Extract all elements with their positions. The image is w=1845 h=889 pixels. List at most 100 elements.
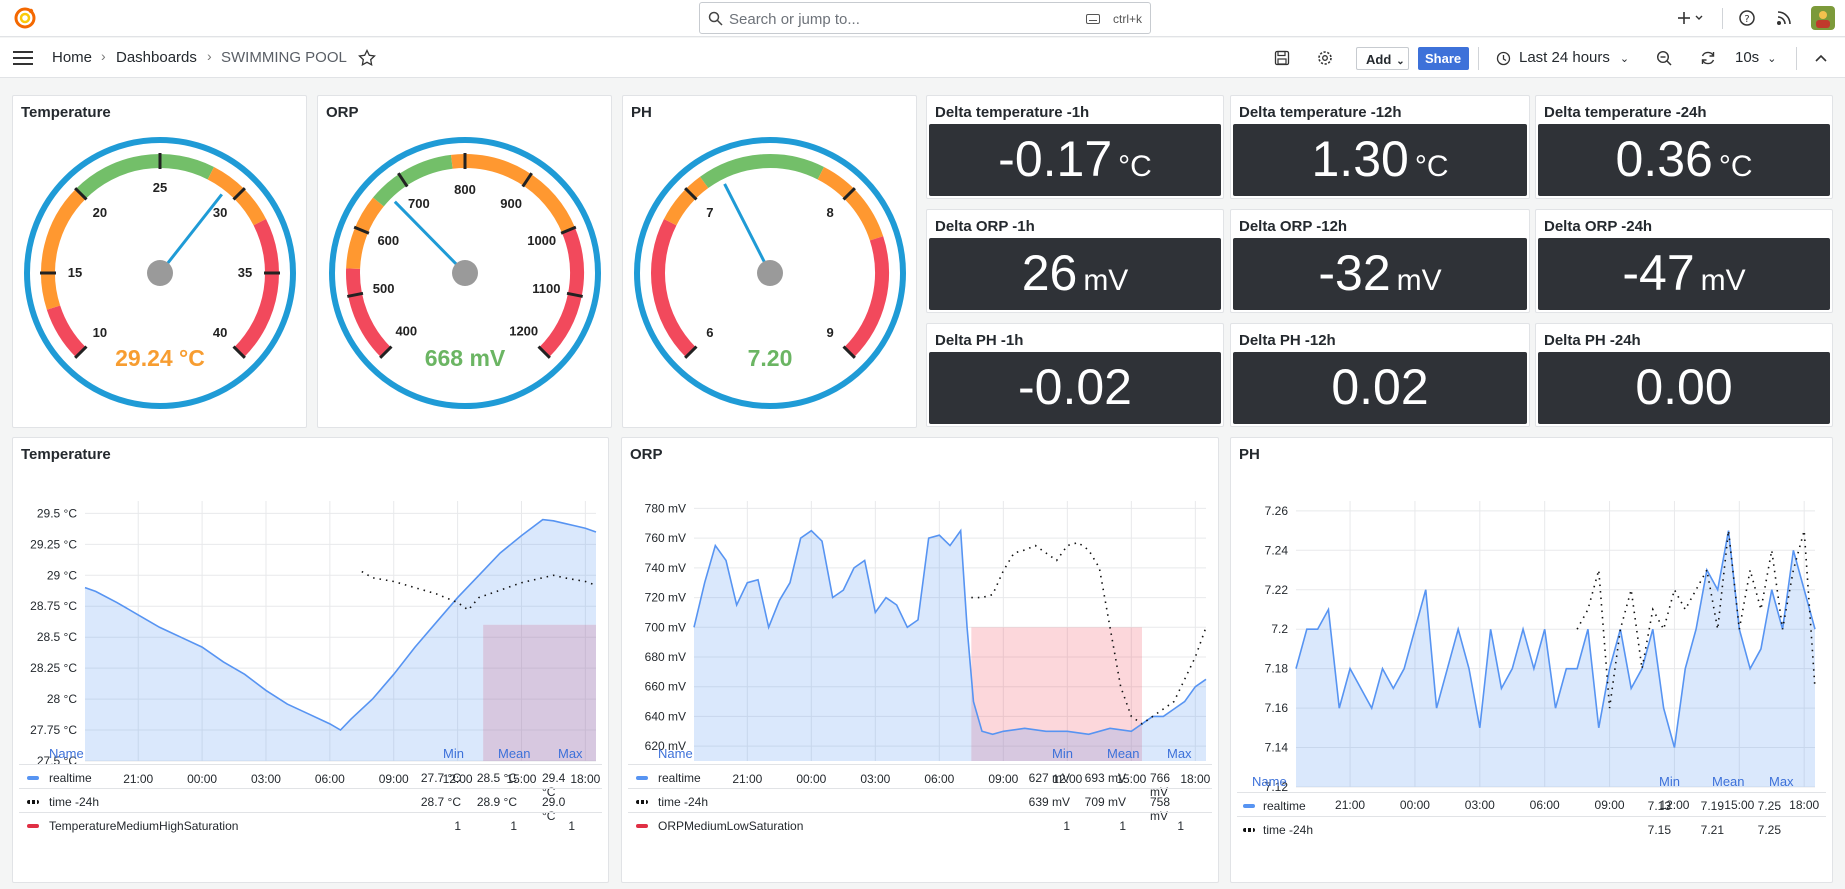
user-avatar[interactable]	[1811, 6, 1835, 30]
x-tick-label: 09:00	[1595, 798, 1625, 812]
stat-title: Delta PH -12h	[1239, 332, 1336, 349]
save-icon[interactable]	[1274, 50, 1290, 66]
legend-swatch	[27, 824, 39, 828]
gauge-tick-label: 30	[213, 205, 227, 220]
breadcrumb-separator-icon: ›	[207, 48, 212, 64]
plus-icon[interactable]	[1677, 9, 1707, 27]
orp-gauge: 400 500 600 700 800 900 1000 1100 1200668 mV	[329, 137, 601, 409]
gauge-tick-label: 35	[238, 265, 252, 280]
dashboard-toolbar: Home › Dashboards › SWIMMING POOL Add ⌄ S…	[0, 38, 1845, 78]
stat-panel[interactable]: Delta PH -24h 0.00	[1535, 323, 1833, 427]
stat-panel[interactable]: Delta PH -1h -0.02	[926, 323, 1224, 427]
stat-value: -0.02	[1018, 359, 1132, 415]
gauge-hub	[452, 260, 478, 286]
timeseries-panel-orp[interactable]: ORP 620 mV 640 mV 660 mV 680 mV 700 mV 720 mV…	[621, 437, 1219, 883]
stat-panel[interactable]: Delta ORP -1h 26 mV	[926, 209, 1224, 313]
legend-series-name: time -24h	[658, 795, 709, 809]
refresh-interval-picker[interactable]: 10s ⌄	[1735, 49, 1776, 66]
x-tick-label: 00:00	[1400, 798, 1430, 812]
legend-min: 1	[454, 819, 461, 833]
y-tick-label: 720 mV	[645, 591, 686, 605]
legend-header-mean: Mean	[1712, 774, 1745, 789]
x-tick-label: 09:00	[988, 772, 1018, 786]
gauge-hub	[757, 260, 783, 286]
x-tick-label: 18:00	[1180, 772, 1210, 786]
y-tick-label: 29.25 °C	[30, 537, 77, 551]
timeseries-panel-ph[interactable]: PH 7.12 7.14 7.16 7.18 7.2 7.22 7.24 7.26 21:00 0…	[1230, 437, 1833, 883]
ph-gauge: 6 7 8 9 7.20	[634, 137, 906, 409]
x-tick-label: 03:00	[860, 772, 890, 786]
stat-title: Delta temperature -12h	[1239, 104, 1402, 121]
y-tick-label: 7.18	[1265, 662, 1289, 676]
zoom-out-icon[interactable]	[1656, 50, 1672, 66]
help-icon[interactable]: ?	[1738, 9, 1756, 27]
x-tick-label: 09:00	[379, 772, 409, 786]
stat-panel[interactable]: Delta temperature -1h -0.17 °C	[926, 95, 1224, 199]
legend-min: 7.15	[1647, 823, 1671, 837]
gauge-band	[844, 236, 889, 358]
collapse-chevron-up-icon[interactable]	[1814, 52, 1828, 64]
gauge-tick-label: 7	[706, 205, 713, 220]
timeseries-panel-temperature[interactable]: Temperature 27.5 °C 27.75 °C 28 °C 28.25 °C…	[12, 437, 609, 883]
gauge-band	[651, 218, 696, 358]
legend-swatch	[636, 800, 648, 804]
stat-value: 0.02	[1331, 359, 1429, 415]
legend-max: 7.25	[1757, 799, 1781, 813]
legend-min: 28.7 °C	[420, 795, 461, 809]
y-tick-label: 760 mV	[645, 531, 686, 545]
y-tick-label: 27.75 °C	[30, 723, 77, 737]
x-tick-label: 06:00	[315, 772, 345, 786]
news-feed-icon[interactable]	[1775, 9, 1793, 27]
gauge-band	[700, 154, 825, 189]
legend-swatch	[27, 776, 39, 780]
settings-gear-icon[interactable]	[1317, 50, 1333, 66]
stat-panel[interactable]: Delta PH -12h 0.02	[1230, 323, 1530, 427]
stat-panel[interactable]: Delta ORP -12h -32 mV	[1230, 209, 1530, 313]
keyboard-icon	[1086, 14, 1100, 24]
y-tick-label: 7.26	[1265, 504, 1289, 518]
chevron-down-icon: ⌄	[1619, 53, 1630, 65]
legend-series-name: realtime	[1263, 799, 1306, 813]
share-button[interactable]: Share	[1418, 47, 1469, 70]
stat-value-box: 26 mV	[929, 238, 1221, 310]
breadcrumb-home[interactable]: Home	[52, 49, 92, 66]
search-input[interactable]: Search or jump to... ctrl+k	[699, 2, 1151, 34]
gauge-band	[346, 197, 384, 270]
gauge-band	[41, 188, 86, 310]
gauge-band	[75, 154, 215, 199]
legend-swatch	[1243, 828, 1255, 832]
gauge-panel-temperature[interactable]: Temperature 10 15 20 25 30 35 40 29.24 °C	[12, 95, 307, 428]
panel-title: PH	[1239, 446, 1260, 463]
x-tick-label: 03:00	[1465, 798, 1495, 812]
grafana-logo-icon[interactable]	[14, 7, 36, 29]
legend-series-name: realtime	[658, 771, 701, 785]
gauge-tick-label: 8	[826, 205, 833, 220]
legend-divider	[1237, 792, 1826, 793]
stat-panel[interactable]: Delta ORP -24h -47 mV	[1535, 209, 1833, 313]
gauge-tick-label: 400	[395, 324, 417, 339]
legend-mean: 7.19	[1700, 799, 1724, 813]
legend-mean: 1	[510, 819, 517, 833]
y-tick-label: 660 mV	[645, 680, 686, 694]
stat-unit: °C	[1414, 150, 1449, 183]
legend-max: 1	[1177, 819, 1184, 833]
refresh-interval-label: 10s	[1735, 49, 1760, 66]
menu-icon[interactable]	[13, 50, 33, 66]
breadcrumb-dashboards[interactable]: Dashboards	[116, 49, 197, 66]
y-tick-label: 7.16	[1265, 701, 1289, 715]
gauge-tick-label: 1000	[527, 233, 556, 248]
refresh-icon[interactable]	[1700, 50, 1716, 66]
time-range-picker[interactable]: Last 24 hours ⌄	[1519, 49, 1629, 66]
stat-panel[interactable]: Delta temperature -24h 0.36 °C	[1535, 95, 1833, 199]
x-tick-label: 15:00	[1724, 798, 1754, 812]
gauge-value: 668 mV	[425, 345, 506, 371]
add-button[interactable]: Add ⌄	[1356, 47, 1409, 70]
stat-panel[interactable]: Delta temperature -12h 1.30 °C	[1230, 95, 1530, 199]
star-icon[interactable]	[358, 49, 376, 67]
gauge-tick-label: 500	[373, 281, 395, 296]
legend-max: 1	[568, 819, 575, 833]
gauge-panel-ph[interactable]: PH 6 7 8 9 7.20	[622, 95, 917, 428]
gauge-panel-orp[interactable]: ORP 400 500 600 700 800 900 1000 1100 1200 668 mV	[317, 95, 612, 428]
gauge-value: 29.24 °C	[115, 345, 205, 371]
gauge-value: 7.20	[748, 345, 793, 371]
